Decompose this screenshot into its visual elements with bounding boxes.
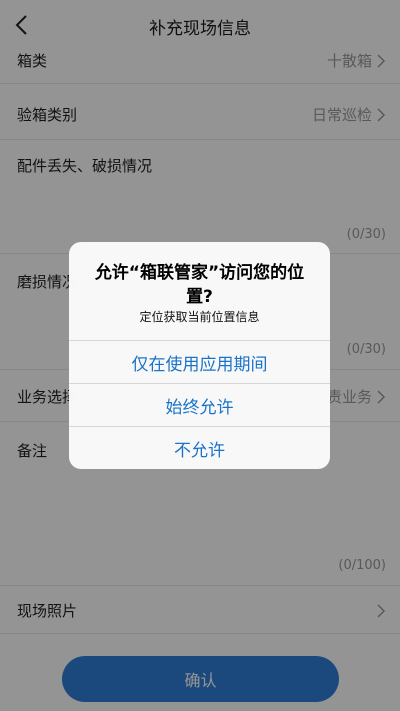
allow-while-using-button[interactable]: 仅在使用应用期间 — [69, 340, 330, 383]
alert-message: 定位获取当前位置信息 — [139, 310, 260, 324]
alert-title: 允许“箱联管家”访问您的位置? — [94, 263, 305, 307]
deny-button[interactable]: 不允许 — [69, 426, 330, 469]
allow-always-button[interactable]: 始终允许 — [69, 383, 330, 426]
location-permission-alert: 允许“箱联管家”访问您的位置? 定位获取当前位置信息 仅在使用应用期间 始终允许… — [69, 242, 330, 469]
